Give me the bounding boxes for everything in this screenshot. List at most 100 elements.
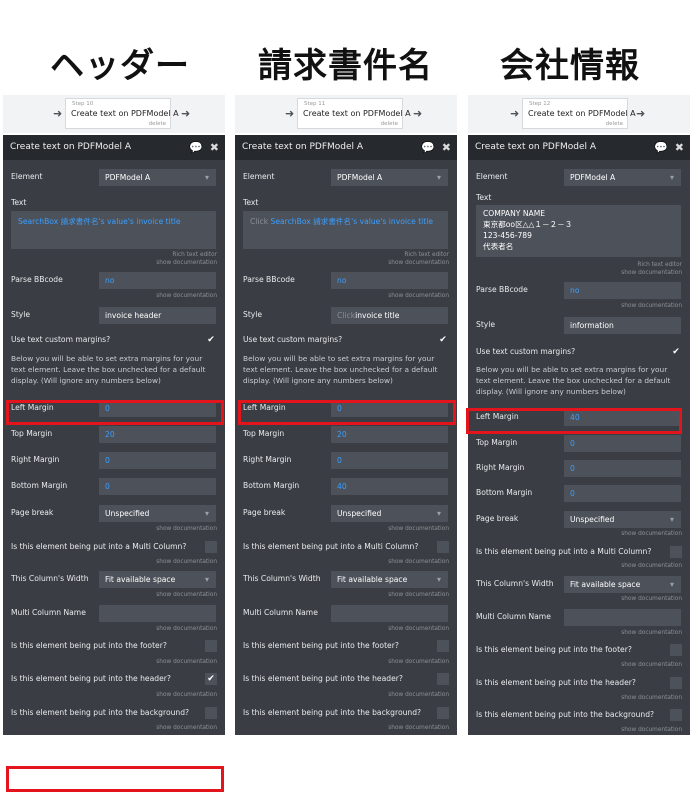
multi-column-checkbox[interactable]	[437, 541, 449, 553]
style-field[interactable]: invoice header	[99, 307, 216, 324]
right-margin-field[interactable]: 0	[99, 452, 216, 469]
show-documentation-link[interactable]: show documentation	[156, 559, 217, 565]
page-break-label: Page break	[476, 514, 519, 523]
background-checkbox[interactable]	[670, 709, 682, 721]
show-documentation-link[interactable]: show documentation	[621, 727, 682, 733]
background-checkbox[interactable]	[205, 707, 217, 719]
show-documentation-link[interactable]: show documentation	[388, 659, 449, 665]
step-card[interactable]: Step 10 Create text on PDFModel A delete	[65, 98, 179, 129]
text-field[interactable]: Click SearchBox 請求書件名's value's invoice …	[243, 211, 448, 249]
show-documentation-link[interactable]: show documentation	[621, 303, 682, 309]
show-documentation-link[interactable]: show documentation	[388, 260, 449, 266]
check-icon[interactable]: ✔	[670, 346, 682, 358]
action-panel: Create text on PDFModel A 💬 ✖ Element PD…	[235, 135, 457, 735]
show-documentation-link[interactable]: show documentation	[388, 559, 449, 565]
step-card[interactable]: Step 11 Create text on PDFModel A delete	[297, 98, 411, 129]
comment-icon[interactable]: 💬	[654, 135, 668, 160]
multi-column-name-field[interactable]	[564, 609, 681, 626]
show-documentation-link[interactable]: show documentation	[156, 626, 217, 632]
show-documentation-link[interactable]: show documentation	[388, 725, 449, 731]
rich-text-editor-link[interactable]: Rich text editor	[404, 252, 449, 258]
comment-icon[interactable]: 💬	[421, 135, 435, 160]
close-icon[interactable]: ✖	[675, 135, 684, 160]
element-dropdown[interactable]: PDFModel A	[564, 169, 681, 186]
footer-row: Is this element being put into the foote…	[3, 634, 225, 659]
multi-column-name-field[interactable]	[331, 605, 448, 622]
close-icon[interactable]: ✖	[210, 135, 219, 160]
footer-checkbox[interactable]	[437, 640, 449, 652]
rich-text-editor-link[interactable]: Rich text editor	[637, 262, 682, 268]
action-panel: Create text on PDFModel A 💬 ✖ Element PD…	[3, 135, 225, 735]
check-icon[interactable]: ✔	[205, 334, 217, 346]
background-row: Is this element being put into the backg…	[468, 703, 690, 728]
show-documentation-link[interactable]: show documentation	[388, 692, 449, 698]
step-card[interactable]: Step 12 Create text on PDFModel A delete	[522, 98, 636, 129]
footer-checkbox[interactable]	[670, 644, 682, 656]
header-checkbox[interactable]: ✔	[205, 673, 217, 685]
background-checkbox[interactable]	[437, 707, 449, 719]
bottom-margin-field[interactable]: 0	[564, 485, 681, 502]
margins-note: Below you will be able to set extra marg…	[243, 354, 438, 385]
show-documentation-link[interactable]: show documentation	[621, 531, 682, 537]
comment-icon[interactable]: 💬	[189, 135, 203, 160]
step-delete-link[interactable]: delete	[149, 121, 166, 127]
element-label: Element	[476, 172, 508, 181]
show-documentation-link[interactable]: show documentation	[156, 692, 217, 698]
show-documentation-link[interactable]: show documentation	[621, 695, 682, 701]
bottom-margin-field[interactable]: 0	[99, 478, 216, 495]
parse-bbcode-field[interactable]: no	[564, 282, 681, 299]
parse-bbcode-field[interactable]: no	[99, 272, 216, 289]
right-margin-field[interactable]: 0	[564, 460, 681, 477]
show-documentation-link[interactable]: show documentation	[621, 270, 682, 276]
heading-header: ヘッダー	[50, 46, 190, 86]
show-documentation-link[interactable]: show documentation	[621, 630, 682, 636]
style-field[interactable]: Clickinvoice title	[331, 307, 448, 324]
show-documentation-link[interactable]: show documentation	[388, 293, 449, 299]
top-margin-field[interactable]: 20	[99, 426, 216, 443]
page-break-dropdown[interactable]: Unspecified	[99, 505, 216, 522]
bottom-margin-field[interactable]: 40	[331, 478, 448, 495]
show-documentation-link[interactable]: show documentation	[388, 592, 449, 598]
panel-title: Create text on PDFModel A	[242, 142, 364, 152]
show-documentation-link[interactable]: show documentation	[156, 260, 217, 266]
parse-bbcode-field[interactable]: no	[331, 272, 448, 289]
step-delete-link[interactable]: delete	[606, 121, 623, 127]
page-break-dropdown[interactable]: Unspecified	[564, 511, 681, 528]
show-documentation-link[interactable]: show documentation	[156, 293, 217, 299]
show-documentation-link[interactable]: show documentation	[388, 626, 449, 632]
top-margin-field[interactable]: 0	[564, 435, 681, 452]
text-field[interactable]: SearchBox 請求書件名's value's invoice title	[11, 211, 216, 249]
multi-column-checkbox[interactable]	[205, 541, 217, 553]
text-field[interactable]: COMPANY NAME 東京都oo区△△１－２－３ 123-456-789 代…	[476, 205, 681, 257]
header-checkbox[interactable]	[437, 673, 449, 685]
show-documentation-link[interactable]: show documentation	[388, 526, 449, 532]
bottom-margin-row: Bottom Margin 40	[235, 474, 457, 499]
column-width-dropdown[interactable]: Fit available space	[564, 576, 681, 593]
close-icon[interactable]: ✖	[442, 135, 451, 160]
top-margin-field[interactable]: 20	[331, 426, 448, 443]
step-delete-link[interactable]: delete	[381, 121, 398, 127]
heading-invoice-title: 請求書件名	[258, 46, 433, 86]
show-documentation-link[interactable]: show documentation	[156, 659, 217, 665]
show-documentation-link[interactable]: show documentation	[621, 563, 682, 569]
page-break-dropdown[interactable]: Unspecified	[331, 505, 448, 522]
arrow-right-icon: ➜	[181, 107, 191, 120]
check-icon[interactable]: ✔	[437, 334, 449, 346]
multi-column-checkbox[interactable]	[670, 546, 682, 558]
column-width-dropdown[interactable]: Fit available space	[99, 571, 216, 588]
style-field[interactable]: information	[564, 317, 681, 334]
show-documentation-link[interactable]: show documentation	[156, 526, 217, 532]
style-row: Style Clickinvoice title	[235, 303, 457, 328]
show-documentation-link[interactable]: show documentation	[621, 596, 682, 602]
element-dropdown[interactable]: PDFModel A	[99, 169, 216, 186]
header-checkbox[interactable]	[670, 677, 682, 689]
footer-checkbox[interactable]	[205, 640, 217, 652]
show-documentation-link[interactable]: show documentation	[156, 592, 217, 598]
right-margin-field[interactable]: 0	[331, 452, 448, 469]
column-width-dropdown[interactable]: Fit available space	[331, 571, 448, 588]
multi-column-name-field[interactable]	[99, 605, 216, 622]
element-dropdown[interactable]: PDFModel A	[331, 169, 448, 186]
show-documentation-link[interactable]: show documentation	[156, 725, 217, 731]
show-documentation-link[interactable]: show documentation	[621, 662, 682, 668]
rich-text-editor-link[interactable]: Rich text editor	[172, 252, 217, 258]
